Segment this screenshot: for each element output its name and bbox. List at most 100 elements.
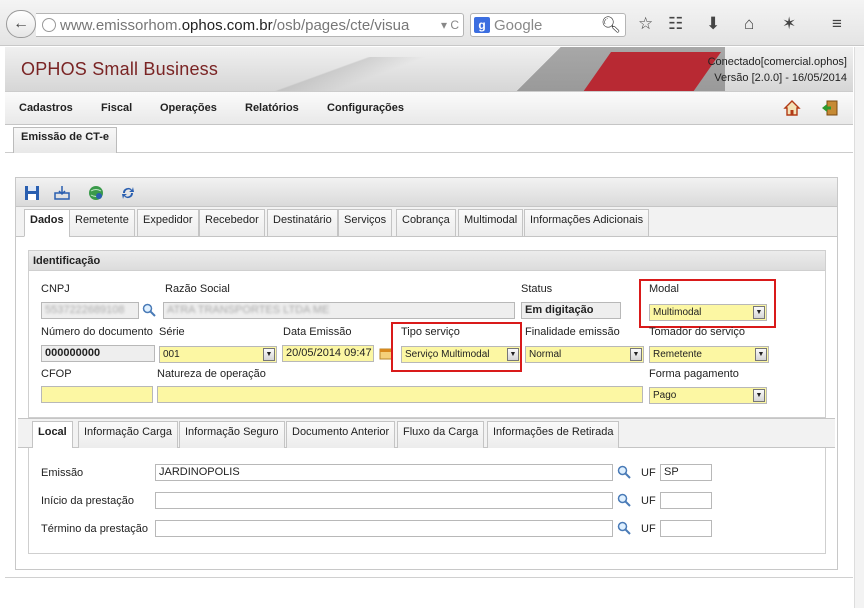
razao-social-field[interactable]: ATRA TRANSPORTES LTDA ME (163, 302, 515, 319)
tab-remetente[interactable]: Remetente (69, 209, 135, 237)
subtab-fluxo-carga[interactable]: Fluxo da Carga (397, 421, 485, 449)
import-icon[interactable] (54, 185, 70, 201)
numero-documento-label: Número do documento (41, 326, 153, 338)
tab-informacoes-adicionais[interactable]: Informações Adicionais (524, 209, 650, 237)
transmit-globe-icon[interactable] (88, 185, 104, 201)
serie-select[interactable]: 001 ▼ (159, 346, 277, 363)
emissao-label: Emissão (41, 467, 84, 479)
menu-cadastros[interactable]: Cadastros (19, 102, 73, 114)
local-section: Emissão JARDINOPOLIS UF SP Início da pre… (28, 448, 826, 554)
forma-pagamento-select[interactable]: Pago ▼ (649, 387, 767, 404)
inicio-uf-field[interactable] (660, 492, 712, 509)
back-button[interactable]: ← (6, 10, 36, 38)
tab-multimodal[interactable]: Multimodal (458, 209, 524, 237)
tomador-value: Remetente (653, 349, 702, 360)
search-bar[interactable]: g Google 🔍︎ (470, 13, 626, 37)
exit-icon[interactable] (821, 99, 839, 117)
inicio-uf-label: UF (641, 495, 656, 507)
natureza-operacao-field[interactable] (157, 386, 643, 403)
highlight-tipo-servico (391, 322, 522, 372)
razao-social-label: Razão Social (165, 283, 230, 295)
inicio-prestacao-field[interactable] (155, 492, 613, 509)
termino-search-icon[interactable] (617, 521, 631, 535)
bookmarks-list-icon[interactable]: ☷ (668, 14, 683, 34)
menu-configuracoes[interactable]: Configurações (327, 102, 404, 114)
form-tabs: Dados Remetente Expedidor Recebedor Dest… (16, 207, 837, 237)
download-icon[interactable]: ⬇ (706, 14, 720, 34)
tomador-select[interactable]: Remetente ▼ (649, 346, 769, 363)
subtab-informacao-carga[interactable]: Informação Carga (78, 421, 179, 449)
cnpj-field[interactable]: 5537222689108 (41, 302, 139, 319)
refresh-icon[interactable] (120, 185, 136, 201)
inicio-search-icon[interactable] (617, 493, 631, 507)
app-header: OPHOS Small Business Conectado[comercial… (5, 47, 853, 91)
cte-form-panel: Dados Remetente Expedidor Recebedor Dest… (15, 177, 838, 570)
natureza-operacao-label: Natureza de operação (157, 368, 266, 380)
tab-destinatario[interactable]: Destinatário (267, 209, 338, 237)
subtab-documento-anterior[interactable]: Documento Anterior (286, 421, 396, 449)
section-title: Identificação (29, 251, 825, 271)
extension-icon[interactable]: ✶ (782, 14, 796, 34)
home-browser-icon[interactable]: ⌂ (744, 14, 754, 34)
menu-icon[interactable]: ≡ (832, 14, 842, 34)
chevron-down-icon[interactable]: ▼ (263, 348, 275, 361)
tab-cobranca[interactable]: Cobrança (396, 209, 456, 237)
termino-uf-field[interactable] (660, 520, 712, 537)
main-menu: Cadastros Fiscal Operações Relatórios Co… (5, 91, 853, 125)
subtab-informacao-seguro[interactable]: Informação Seguro (179, 421, 285, 449)
emissao-uf-field[interactable]: SP (660, 464, 712, 481)
finalidade-emissao-value: Normal (529, 349, 562, 360)
bookmark-star-icon[interactable]: ☆ (638, 14, 653, 34)
vertical-scrollbar[interactable] (854, 47, 864, 608)
tab-servicos[interactable]: Serviços (338, 209, 393, 237)
razao-social-value: ATRA TRANSPORTES LTDA ME (167, 304, 330, 316)
data-emissao-field[interactable]: 20/05/2014 09:47 (282, 345, 374, 362)
chevron-down-icon[interactable]: ▼ (753, 389, 765, 402)
tab-dados[interactable]: Dados (24, 209, 70, 237)
serie-value: 001 (163, 349, 180, 360)
termino-prestacao-field[interactable] (155, 520, 613, 537)
connection-status: Conectado[comercial.ophos] Versão [2.0.0… (708, 54, 847, 86)
home-icon[interactable] (783, 99, 801, 117)
emissao-uf-label: UF (641, 467, 656, 479)
tab-expedidor[interactable]: Expedidor (137, 209, 199, 237)
connected-user: Conectado[comercial.ophos] (707, 56, 847, 68)
cnpj-search-icon[interactable] (142, 303, 156, 317)
subtab-local[interactable]: Local (32, 421, 73, 449)
url-bar[interactable]: www.emissorhom. ophos.com.br/osb/pages/ct… (36, 13, 464, 37)
tab-emissao-cte[interactable]: Emissão de CT-e (13, 127, 118, 153)
menu-operacoes[interactable]: Operações (160, 102, 217, 114)
identificacao-section: Identificação CNPJ 5537222689108 Razão S… (28, 250, 826, 418)
search-icon[interactable]: 🔍︎ (601, 15, 621, 35)
finalidade-emissao-label: Finalidade emissão (525, 326, 620, 338)
status-value: Em digitação (521, 302, 621, 319)
form-toolbar (16, 178, 837, 207)
emissao-field[interactable]: JARDINOPOLIS (155, 464, 613, 481)
globe-icon (42, 18, 56, 32)
subtab-informacoes-retirada[interactable]: Informações de Retirada (487, 421, 620, 449)
app-title: OPHOS Small Business (21, 59, 219, 79)
cfop-field[interactable] (41, 386, 153, 403)
browser-toolbar: ← www.emissorhom. ophos.com.br/osb/pages/… (0, 0, 864, 46)
inicio-prestacao-label: Início da prestação (41, 495, 134, 507)
menu-fiscal[interactable]: Fiscal (101, 102, 132, 114)
finalidade-emissao-select[interactable]: Normal ▼ (525, 346, 644, 363)
status-label: Status (521, 283, 553, 295)
reload-icon[interactable]: ▾ C (436, 18, 459, 32)
chevron-down-icon[interactable]: ▼ (630, 348, 642, 361)
tomador-label: Tomador do serviço (649, 326, 745, 338)
google-icon[interactable]: g (474, 17, 490, 33)
menu-relatorios[interactable]: Relatórios (245, 102, 299, 114)
numero-documento-value: 000000000 (41, 345, 155, 362)
cfop-label: CFOP (41, 368, 72, 380)
cnpj-label: CNPJ (41, 283, 70, 295)
serie-label: Série (159, 326, 185, 338)
save-icon[interactable] (24, 185, 40, 201)
url-path: /osb/pages/cte/visua (272, 16, 410, 34)
search-placeholder: Google (494, 16, 543, 34)
url-prefix: www.emissorhom. (60, 16, 182, 34)
emissao-search-icon[interactable] (617, 465, 631, 479)
chevron-down-icon[interactable]: ▼ (755, 348, 767, 361)
termino-uf-label: UF (641, 523, 656, 535)
tab-recebedor[interactable]: Recebedor (199, 209, 265, 237)
